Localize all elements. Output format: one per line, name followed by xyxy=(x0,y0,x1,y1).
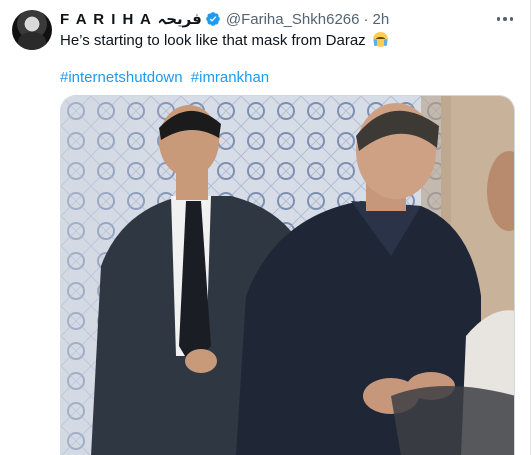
loudly-crying-face-emoji-icon xyxy=(372,32,388,47)
author-avatar[interactable] xyxy=(12,10,52,50)
tweet-text: He’s starting to look like that mask fro… xyxy=(60,31,388,51)
tweet-photo[interactable] xyxy=(60,95,515,455)
photo-illustration xyxy=(61,96,514,455)
more-options-icon[interactable] xyxy=(494,10,516,28)
tweet-text-content: He’s starting to look like that mask fro… xyxy=(60,32,366,49)
hashtag-link[interactable]: #internetshutdown xyxy=(60,69,183,86)
tweet-card[interactable]: F A R I H A فریحہ @Fariha_Shkh6266 · 2h … xyxy=(0,0,531,455)
author-handle[interactable]: @Fariha_Shkh6266 xyxy=(226,11,360,28)
tweet-timestamp[interactable]: 2h xyxy=(373,11,390,28)
separator-dot: · xyxy=(363,10,369,28)
tweet-header: F A R I H A فریحہ @Fariha_Shkh6266 · 2h xyxy=(60,10,390,29)
verified-badge-icon xyxy=(206,12,220,26)
hashtag-link[interactable]: #imrankhan xyxy=(191,69,269,86)
author-name[interactable]: F A R I H A فریحہ xyxy=(60,10,202,28)
hashtags: #internetshutdown #imrankhan xyxy=(60,68,273,88)
